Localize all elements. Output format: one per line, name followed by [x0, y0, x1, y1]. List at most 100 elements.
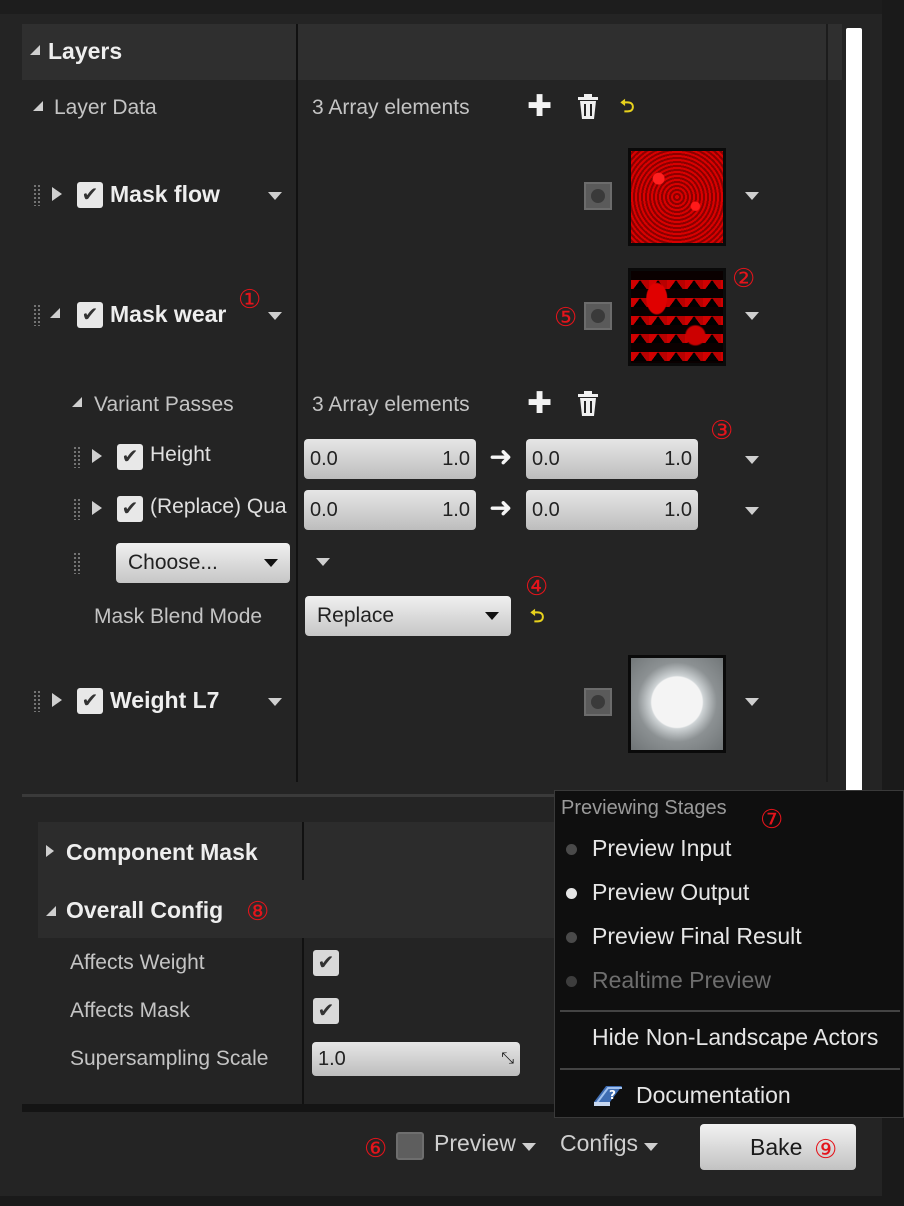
range-min-input[interactable]: 0.0 1.0 [304, 490, 476, 530]
documentation-icon: ? [592, 1082, 624, 1108]
chevron-down-icon [522, 1142, 537, 1151]
range-end-value: 1.0 [664, 447, 692, 470]
choose-dropdown[interactable]: Choose... [116, 543, 290, 583]
expand-triangle-icon[interactable] [92, 449, 102, 463]
configs-label: Configs [560, 1130, 638, 1156]
range-min-input[interactable]: 0.0 1.0 [304, 439, 476, 479]
layer-name-mask-flow: Mask flow [110, 181, 220, 207]
menu-item-preview-input[interactable]: Preview Input [554, 828, 904, 870]
expand-triangle-icon[interactable] [92, 501, 102, 515]
menu-item-preview-final-result[interactable]: Preview Final Result [554, 916, 904, 958]
range-max-input[interactable]: 0.0 1.0 [526, 439, 698, 479]
expand-triangle-icon[interactable] [46, 845, 54, 857]
preview-toggle-button[interactable] [584, 302, 612, 330]
preview-label: Preview [434, 1130, 516, 1156]
supersampling-scale-input[interactable]: 1.0 ⤡ [312, 1042, 520, 1076]
menu-item-label: Documentation [636, 1082, 791, 1108]
add-element-icon[interactable]: ✚ [527, 92, 552, 122]
layers-header[interactable] [22, 24, 842, 80]
expand-triangle-icon[interactable] [52, 693, 62, 707]
checkbox-icon[interactable]: ✔ [117, 496, 143, 522]
add-element-icon[interactable]: ✚ [527, 389, 552, 419]
trash-icon[interactable] [576, 391, 600, 422]
arrow-right-icon: ➜ [489, 492, 513, 523]
layer-name-mask-wear: Mask wear [110, 301, 227, 327]
component-mask-title: Component Mask [66, 839, 258, 865]
preview-toggle-button[interactable] [584, 182, 612, 210]
drag-handle-icon[interactable] [73, 446, 81, 468]
radio-icon [566, 932, 577, 943]
range-start-value: 0.0 [532, 498, 560, 521]
texture-thumbnail[interactable] [628, 148, 726, 246]
details-panel: Layers Layer Data 3 Array elements ✚ ⮌ ✔… [0, 0, 904, 1206]
drag-handle-icon[interactable] [33, 304, 41, 326]
menu-item-label: Preview Output [592, 879, 750, 905]
choose-menu-dropdown-icon[interactable] [316, 558, 330, 566]
collapse-triangle-icon[interactable] [50, 308, 60, 318]
drag-handle-icon[interactable] [33, 690, 41, 712]
affects-weight-label: Affects Weight [70, 951, 205, 974]
reset-to-default-icon[interactable]: ⮌ [620, 97, 634, 115]
trash-icon[interactable] [576, 94, 600, 125]
preview-toggle-button[interactable] [584, 688, 612, 716]
affects-weight-checkbox[interactable]: ✔ [313, 950, 339, 976]
drag-handle-icon[interactable] [73, 498, 81, 520]
affects-mask-checkbox[interactable]: ✔ [313, 998, 339, 1024]
layer-menu-dropdown-icon[interactable] [268, 192, 282, 200]
configs-menu-button[interactable]: Configs [560, 1130, 659, 1157]
pass-dropdown-icon[interactable] [745, 507, 759, 515]
layer-menu-dropdown-icon[interactable] [268, 312, 282, 320]
reset-to-default-icon[interactable]: ⮌ [530, 607, 544, 625]
annotation-marker: ⑤ [554, 302, 578, 332]
menu-item-documentation[interactable]: ? Documentation [554, 1074, 904, 1116]
range-end-value: 1.0 [442, 447, 470, 470]
preview-menu-button[interactable]: Preview [434, 1130, 537, 1157]
checkbox-icon[interactable]: ✔ [77, 182, 103, 208]
texture-thumbnail[interactable] [628, 655, 726, 753]
texture-thumbnail[interactable] [628, 268, 726, 366]
bake-label: Bake [750, 1133, 803, 1160]
menu-item-label: Preview Input [592, 835, 732, 861]
annotation-marker: ⑧ [246, 896, 270, 926]
scrollbar-thumb[interactable] [846, 28, 862, 798]
menu-item-preview-output[interactable]: Preview Output [554, 872, 904, 914]
variant-passes-collapse-icon[interactable] [72, 397, 82, 407]
expand-triangle-icon[interactable] [52, 187, 62, 201]
mask-blend-mode-select[interactable]: Replace [305, 596, 511, 636]
preview-checkbox[interactable] [396, 1132, 424, 1160]
top-frame [0, 0, 904, 14]
svg-text:?: ? [609, 1088, 616, 1102]
pass-dropdown-icon[interactable] [745, 456, 759, 464]
range-max-input[interactable]: 0.0 1.0 [526, 490, 698, 530]
menu-item-hide-non-landscape-actors[interactable]: Hide Non-Landscape Actors [554, 1016, 904, 1060]
column-divider [296, 24, 298, 782]
supersampling-scale-label: Supersampling Scale [70, 1047, 269, 1070]
radio-icon [566, 844, 577, 855]
layer-menu-dropdown-icon[interactable] [268, 698, 282, 706]
range-start-value: 0.0 [310, 498, 338, 521]
annotation-marker: ⑨ [814, 1134, 838, 1164]
menu-item-realtime-preview[interactable]: Realtime Preview [554, 960, 904, 1002]
collapse-triangle-icon[interactable] [46, 906, 56, 916]
texture-dropdown-icon[interactable] [745, 192, 759, 200]
texture-dropdown-icon[interactable] [745, 698, 759, 706]
affects-mask-label: Affects Mask [70, 999, 190, 1022]
mask-blend-mode-label: Mask Blend Mode [94, 605, 263, 628]
collapse-triangle-icon[interactable] [30, 45, 40, 55]
annotation-marker: ⑦ [760, 804, 784, 834]
radio-selected-icon [566, 888, 577, 899]
drag-handle-icon[interactable] [73, 552, 81, 574]
checkbox-icon[interactable]: ✔ [77, 302, 103, 328]
drag-handle-icon[interactable] [33, 184, 41, 206]
layer-data-collapse-icon[interactable] [33, 101, 43, 111]
texture-dropdown-icon[interactable] [745, 312, 759, 320]
menu-item-label: Preview Final Result [592, 923, 802, 949]
range-start-value: 0.0 [310, 447, 338, 470]
layers-section-title: Layers [48, 38, 123, 64]
right-divider [826, 24, 828, 782]
menu-separator [560, 1068, 900, 1070]
menu-item-label: Realtime Preview [592, 967, 771, 993]
checkbox-icon[interactable]: ✔ [117, 444, 143, 470]
checkbox-icon[interactable]: ✔ [77, 688, 103, 714]
layer-name-weight-l7: Weight L7 [110, 687, 220, 713]
